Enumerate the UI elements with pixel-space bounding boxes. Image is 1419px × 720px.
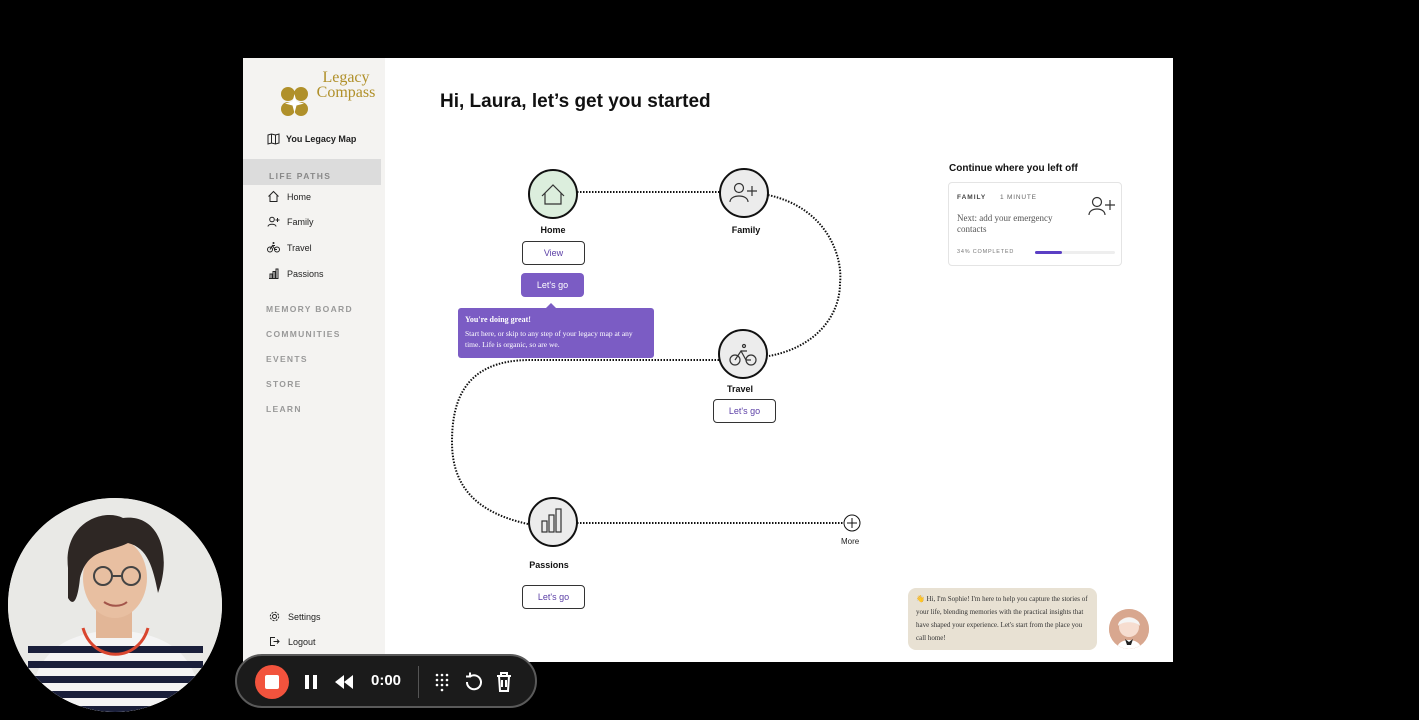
family-node-label: Family	[731, 225, 761, 235]
home-node[interactable]	[528, 169, 578, 219]
travel-node-label: Travel	[726, 384, 754, 394]
passions-node-label: Passions	[529, 560, 569, 570]
passions-node[interactable]	[528, 497, 578, 547]
passions-lets-go-button[interactable]: Let's go	[522, 585, 585, 609]
home-lets-go-button[interactable]: Let's go	[521, 273, 584, 297]
recording-timer: 0:00	[371, 672, 402, 689]
card-progress-fill	[1035, 251, 1063, 254]
recording-controls: 0:00	[235, 654, 537, 708]
trash-icon[interactable]	[492, 670, 516, 694]
tooltip-title: You're doing great!	[465, 315, 531, 324]
wave-emoji: 👋	[916, 595, 925, 603]
card-progress-label: 34% COMPLETED	[957, 249, 1015, 255]
divider	[418, 666, 419, 698]
continue-card[interactable]: FAMILY 1 MINUTE Next: add your emergency…	[948, 182, 1122, 266]
tooltip-body: Start here, or skip to any step of your …	[465, 329, 633, 349]
app-window: Legacy Compass You Legacy Map LIFE PATHS…	[243, 58, 1173, 662]
rewind-icon[interactable]	[332, 670, 356, 694]
restart-icon[interactable]	[461, 670, 485, 694]
presenter-video	[8, 498, 222, 712]
continue-title: Continue where you left off	[949, 163, 1078, 174]
pause-icon[interactable]	[299, 670, 323, 694]
stop-recording-button[interactable]	[255, 665, 289, 699]
travel-lets-go-button[interactable]: Let's go	[713, 399, 776, 423]
assistant-chat-bubble: 👋 Hi, I'm Sophie! I'm here to help you c…	[908, 588, 1097, 650]
home-node-label: Home	[540, 225, 566, 235]
legacy-map-path	[450, 168, 861, 547]
card-next-step: Next: add your emergency contacts	[957, 213, 1053, 234]
home-view-button[interactable]: View	[522, 241, 585, 265]
travel-node[interactable]	[718, 329, 768, 379]
chat-message: Hi, I'm Sophie! I'm here to help you cap…	[916, 595, 1088, 642]
assistant-avatar-image	[1109, 609, 1149, 649]
webcam-bubble[interactable]	[8, 498, 222, 712]
card-duration: 1 MINUTE	[1000, 194, 1037, 201]
card-progress-bar	[1035, 251, 1115, 254]
onboarding-tooltip: You're doing great! Start here, or skip …	[458, 303, 654, 358]
assistant-avatar[interactable]	[1109, 609, 1149, 649]
add-person-icon	[1088, 196, 1115, 216]
family-node[interactable]	[719, 168, 769, 218]
grid-dots-icon[interactable]	[430, 670, 454, 694]
more-label: More	[841, 537, 860, 546]
more-button[interactable]	[843, 514, 861, 532]
card-category: FAMILY	[957, 194, 987, 201]
